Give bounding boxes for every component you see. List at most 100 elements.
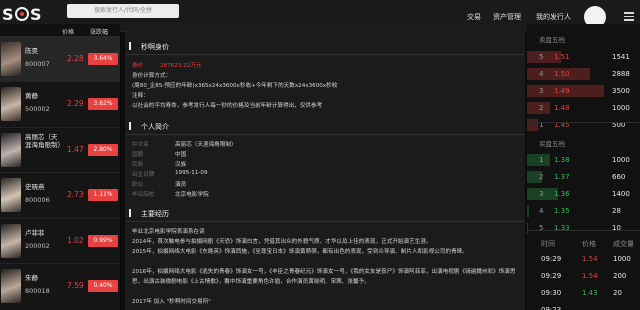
level-price: 1.48 — [554, 104, 570, 112]
profile-label: 毕业院校 — [132, 192, 155, 198]
issuer-code: 500002 — [25, 105, 50, 114]
bid-row[interactable]: 5 1.33 10 — [527, 221, 640, 235]
trade-header: 时间 价格 成交量 — [527, 236, 640, 250]
change-badge: 0.99% — [88, 234, 118, 247]
avatar — [1, 223, 21, 258]
experience-line: 2016年，拍摄网络大电影《逃失的青春》饰演女一号，《丰臣之青春纪元》饰演女一号… — [132, 269, 516, 285]
section-profile-header: 个人简介 — [125, 117, 525, 135]
list-item[interactable]: 黄静 500002 2.29 3.62% — [0, 82, 120, 128]
trade-time: 09:30 — [541, 289, 562, 297]
issuer-detail-panel: 秒啊身价 身价 287623.22万元 身价计算方式： (周80_企85-预应的… — [125, 24, 525, 310]
search-input[interactable]: 搜索发行人/代码/全拼 — [67, 4, 179, 18]
level-label: 2 — [539, 173, 544, 181]
ask-row[interactable]: 2 1.48 1000 — [527, 101, 640, 115]
level-price: 1.51 — [554, 53, 570, 61]
avatar — [1, 132, 21, 167]
ask-row[interactable]: 3 1.49 3500 — [527, 84, 640, 98]
menu-icon[interactable] — [624, 12, 634, 21]
level-label: 1 — [539, 156, 544, 164]
change-badge: 2.80% — [88, 143, 118, 156]
experience-line: 2017年 加入 "秒啊时间交易所" — [132, 299, 211, 305]
trade-price: 1.54 — [582, 272, 598, 280]
experience-line: 毕业北京电影学院表演系在读 — [132, 229, 205, 235]
level-price: 1.50 — [554, 70, 570, 78]
avatar — [1, 87, 21, 122]
trade-volume: 200 — [613, 272, 627, 280]
section-title: 个人简介 — [141, 123, 169, 131]
trade-row: 09:29 1.54 1000 — [527, 252, 640, 266]
header-change[interactable]: 涨跌幅 — [90, 27, 108, 36]
trade-time: 09:29 — [541, 272, 562, 280]
section-marker — [129, 209, 131, 217]
method-line: 注释： — [132, 93, 149, 99]
issuer-list: 价格 涨跌幅 陈昊 800007 2.28 3.64% 黄静 500002 2.… — [0, 24, 120, 310]
trade-volume: 20 — [613, 289, 622, 297]
level-label: 3 — [539, 87, 544, 95]
trade-row: 09:29 1.54 200 — [527, 269, 640, 283]
bid-row[interactable]: 3 1.36 1400 — [527, 187, 640, 201]
trade-row: 09:23 — [527, 303, 640, 310]
profile-label: 国籍 — [132, 152, 144, 158]
brand-logo[interactable]: S S — [2, 4, 48, 24]
list-item[interactable]: 陈昊 800007 2.28 3.64% — [0, 37, 120, 83]
avatar — [1, 178, 21, 213]
bid-row[interactable]: 1 1.38 1000 — [527, 153, 640, 167]
list-item[interactable]: 高丽芯（天涯海角限制） 1.47 2.80% — [0, 128, 120, 174]
level-label: 4 — [539, 207, 544, 215]
level-price: 1.49 — [554, 87, 570, 95]
trade-time: 09:23 — [541, 306, 562, 310]
nav-asset-management[interactable]: 资产管理 — [493, 12, 521, 22]
change-badge: 0.40% — [88, 279, 118, 292]
nav-trade[interactable]: 交易 — [467, 12, 481, 22]
divider — [527, 230, 640, 231]
issuer-name: 卢菲菲 — [25, 228, 45, 237]
trade-price: 1.54 — [582, 255, 598, 263]
issuer-price: 2.29 — [67, 99, 84, 109]
issuer-code: 800007 — [25, 60, 50, 68]
avatar — [1, 42, 21, 76]
issuer-name: 朱静 — [25, 273, 38, 282]
issuer-price: 7.59 — [67, 280, 84, 290]
depth-bar — [527, 205, 529, 217]
profile-value: 北京电影学院 — [175, 192, 209, 198]
order-book: 卖盘五档 5 1.51 1541 4 1.50 2888 3 1.49 3500 2 1.48 100… — [527, 24, 640, 310]
depth-bar — [527, 222, 528, 234]
issuer-name: 史晓燕 — [25, 183, 45, 192]
issuer-name: 高丽芯（天涯海角限制） — [25, 132, 64, 149]
level-qty: 1000 — [612, 104, 630, 112]
nav-my-issuers[interactable]: 我的发行人 — [536, 12, 571, 22]
list-item[interactable]: 卢菲菲 200002 1.02 0.99% — [0, 219, 120, 264]
divider — [527, 122, 640, 123]
trade-header-volume: 成交量 — [613, 240, 634, 248]
header-price[interactable]: 价格 — [62, 27, 74, 36]
level-qty: 28 — [612, 207, 621, 215]
issuer-code: 200002 — [25, 241, 50, 250]
issuer-price: 2.28 — [67, 54, 84, 63]
ask-row[interactable]: 1 1.45 500 — [527, 118, 640, 132]
ask-row[interactable]: 4 1.50 2888 — [527, 67, 640, 81]
level-price: 1.35 — [554, 207, 570, 215]
ask-row[interactable]: 5 1.51 1541 — [527, 50, 640, 64]
profile-value: 1995-11-09 — [175, 170, 208, 176]
ask-title: 卖盘五档 — [539, 36, 565, 44]
section-marker — [129, 122, 131, 130]
method-line: (周80_企85-预应的年龄)x365x24x3600x秒收+今年剩下的天数x2… — [132, 83, 338, 89]
level-price: 1.37 — [554, 173, 570, 181]
list-item[interactable]: 史晓燕 800006 2.73 1.11% — [0, 173, 120, 219]
bid-row[interactable]: 2 1.37 660 — [527, 170, 640, 184]
avatar — [1, 268, 21, 303]
bid-title: 买盘五档 — [539, 140, 565, 148]
level-label: 2 — [539, 104, 544, 112]
profile-value: 中国 — [175, 152, 187, 158]
issuer-price: 1.02 — [67, 235, 84, 245]
profile-label: 中文名 — [132, 142, 149, 148]
profile-label: 民族 — [132, 162, 144, 168]
level-qty: 1400 — [612, 190, 630, 198]
list-item[interactable]: 朱静 800018 7.59 0.40% — [0, 264, 120, 309]
section-valuation-header: 秒啊身价 — [125, 37, 525, 55]
valuation-label: 身价 — [132, 63, 144, 69]
level-qty: 2888 — [612, 70, 630, 78]
change-badge: 1.11% — [88, 189, 118, 202]
bid-row[interactable]: 4 1.35 28 — [527, 204, 640, 218]
level-label: 4 — [539, 70, 544, 78]
